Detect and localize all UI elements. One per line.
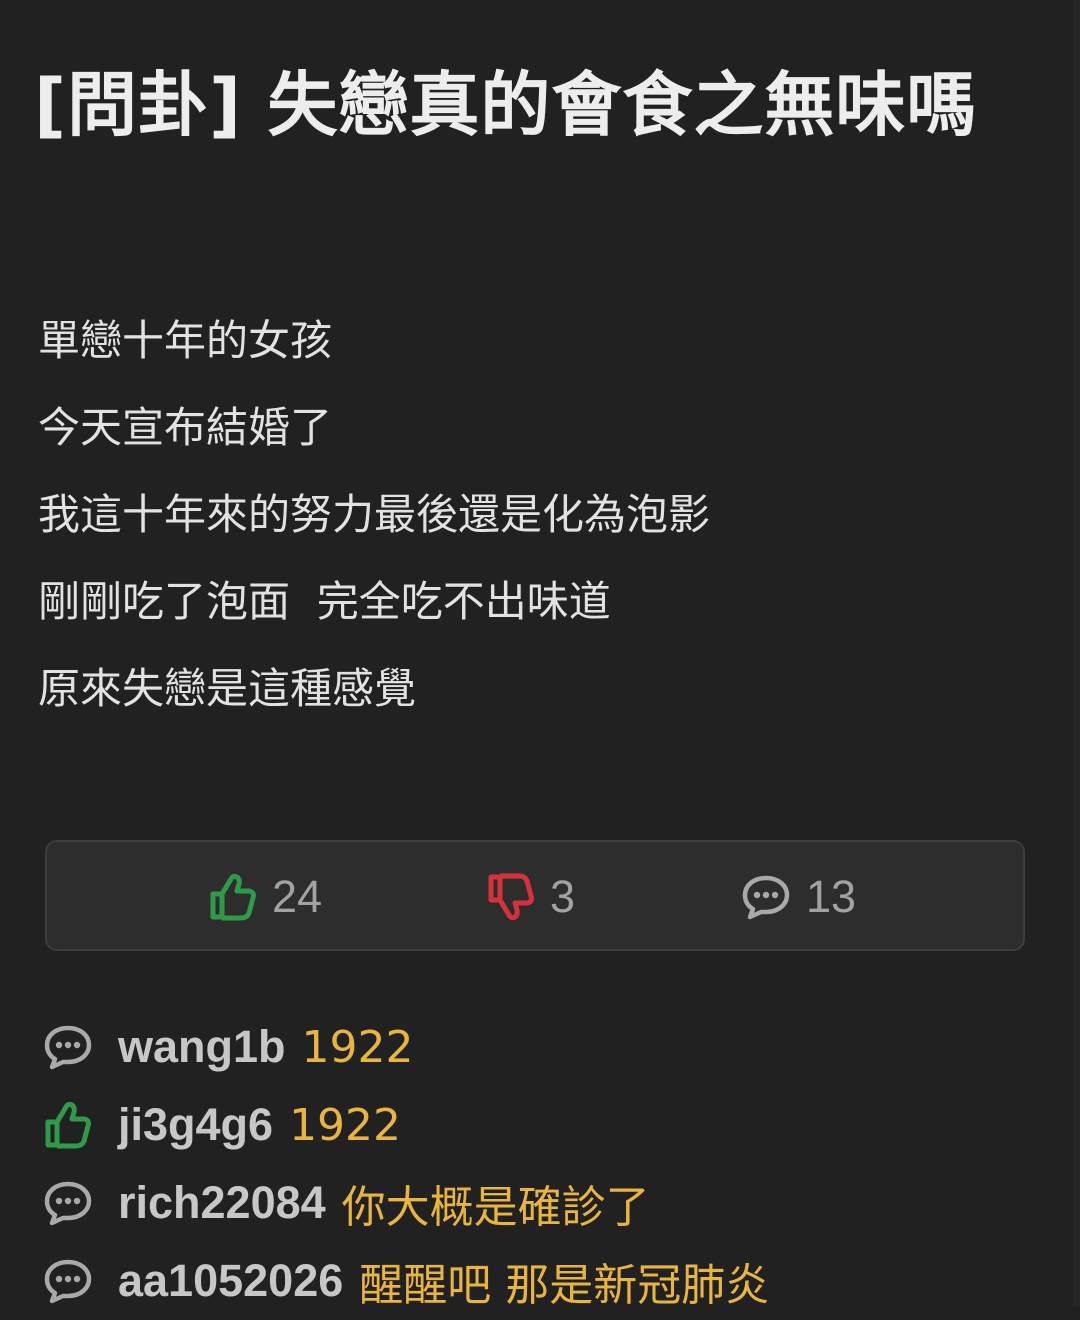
thumbs-up-icon [42, 1099, 94, 1151]
scroll-edge [1073, 0, 1080, 1307]
post-line: 原來失戀是這種感覺 [38, 664, 417, 713]
post-line: 今天宣布結婚了 [38, 403, 333, 452]
thumbs-up-icon [210, 873, 256, 921]
post-title: [問卦] 失戀真的會食之無味嗎 [34, 64, 978, 146]
reaction-bar: 24 3 13 [45, 840, 1025, 951]
comment-row: wang1b 1922 [42, 1008, 1052, 1086]
speech-bubble-icon [42, 1255, 94, 1307]
comment-username[interactable]: aa1052026 [118, 1255, 343, 1307]
comment-username[interactable]: ji3g4g6 [118, 1099, 273, 1151]
comment-list: wang1b 1922 ji3g4g6 1922 rich22084 你大概是確… [42, 1008, 1052, 1320]
post-line: 我這十年來的努力最後還是化為泡影 [38, 490, 711, 539]
post-body: 單戀十年的女孩 今天宣布結婚了 我這十年來的努力最後還是化為泡影 剛剛吃了泡面 … [38, 297, 1018, 732]
speech-bubble-icon [42, 1021, 94, 1073]
comment-row: ji3g4g6 1922 [42, 1086, 1052, 1164]
comment-row: aa1052026 醒醒吧 那是新冠肺炎 [42, 1242, 1052, 1320]
post-line: 單戀十年的女孩 [38, 316, 333, 365]
comment-text: 醒醒吧 那是新冠肺炎 [359, 1260, 770, 1311]
comment-row: rich22084 你大概是確診了 [42, 1164, 1052, 1242]
dislike-button[interactable]: 3 [487, 866, 575, 928]
like-button[interactable]: 24 [209, 866, 322, 928]
comment-count-button[interactable]: 13 [741, 866, 856, 928]
dislike-count: 3 [550, 871, 576, 922]
comment-text: 1922 [289, 1099, 402, 1151]
comment-text: 1922 [301, 1021, 414, 1073]
post-line: 剛剛吃了泡面 完全吃不出味道 [38, 577, 611, 626]
comment-username[interactable]: wang1b [118, 1021, 286, 1073]
speech-bubble-icon [742, 875, 790, 920]
comment-username[interactable]: rich22084 [118, 1177, 326, 1229]
like-count: 24 [272, 871, 323, 922]
comment-text: 你大概是確診了 [341, 1182, 650, 1233]
speech-bubble-icon [42, 1177, 94, 1229]
thumbs-down-icon [488, 873, 534, 921]
comment-count: 13 [806, 871, 857, 922]
